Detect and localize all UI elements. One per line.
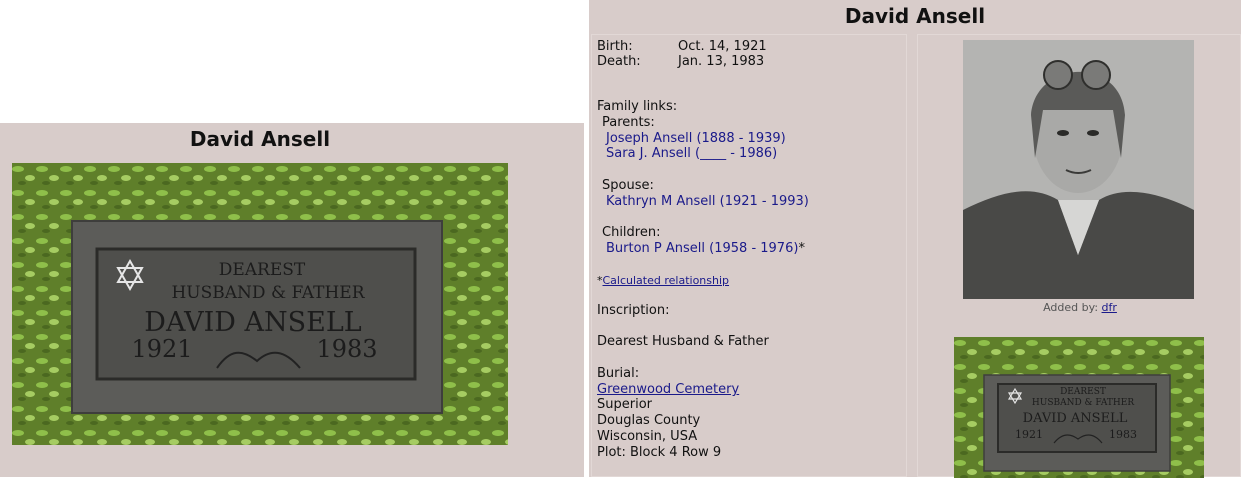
headstone-thumbnail[interactable]: DEAREST HUSBAND & FATHER DAVID ANSELL 19… [954, 337, 1204, 478]
left-panel: David Ansell DEAREST HUSBAND & FATHER DA… [0, 123, 584, 477]
burial-city: Superior [597, 397, 652, 412]
headstone-line1: DEAREST [219, 260, 306, 280]
child-marker: * [798, 241, 805, 256]
death-value: Jan. 13, 1983 [678, 54, 765, 69]
headstone-year-born: 1921 [131, 335, 192, 363]
headstone-line2: HUSBAND & FATHER [171, 283, 365, 303]
headstone-year-died: 1983 [316, 335, 377, 363]
death-label: Death: [597, 54, 641, 69]
memorial-info-box: Birth: Oct. 14, 1921 Death: Jan. 13, 198… [591, 34, 907, 477]
calculated-relationship-link[interactable]: Calculated relationship [603, 274, 730, 287]
thumb-name: DAVID ANSELL [1023, 411, 1128, 426]
burial-state: Wisconsin, USA [597, 429, 698, 444]
parents-label: Parents: [602, 115, 655, 130]
thumb-line1: DEAREST [1060, 387, 1106, 397]
burial-plot: Plot: Block 4 Row 9 [597, 445, 722, 460]
spouse-link[interactable]: Kathryn M Ansell (1921 - 1993) [606, 194, 809, 210]
parent-link-2[interactable]: Sara J. Ansell (____ - 1986) [606, 146, 777, 162]
birth-label: Birth: [597, 39, 633, 54]
birth-value: Oct. 14, 1921 [678, 39, 767, 54]
media-box: Added by: dfr DEAREST HUSBAND & FATHER D… [917, 34, 1241, 478]
burial-label: Burial: [597, 366, 640, 381]
calc-note: *Calculated relationship [597, 273, 729, 289]
added-by: Added by: dfr [918, 301, 1241, 314]
right-panel: David Ansell Birth: Oct. 14, 1921 Death:… [589, 0, 1241, 478]
added-by-label: Added by: [1043, 301, 1099, 314]
family-links-label: Family links: [597, 99, 678, 114]
thumb-line2: HUSBAND & FATHER [1032, 398, 1134, 408]
added-by-user-link[interactable]: dfr [1102, 301, 1117, 314]
cemetery-link[interactable]: Greenwood Cemetery [597, 382, 739, 398]
burial-county: Douglas County [597, 413, 701, 428]
thumb-year-born: 1921 [1015, 428, 1043, 441]
portrait-photo[interactable] [963, 40, 1194, 299]
headstone-photo[interactable]: DEAREST HUSBAND & FATHER DAVID ANSELL 19… [12, 163, 508, 445]
inscription-label: Inscription: [597, 303, 670, 318]
left-page-title: David Ansell [189, 127, 331, 151]
child-link[interactable]: Burton P Ansell (1958 - 1976) [606, 241, 798, 256]
headstone-name: DAVID ANSELL [144, 307, 361, 338]
children-label: Children: [602, 225, 661, 240]
parent-link-1[interactable]: Joseph Ansell (1888 - 1939) [606, 131, 786, 147]
memorial-title: David Ansell [844, 4, 986, 28]
thumb-year-died: 1983 [1109, 428, 1137, 441]
child-row: Burton P Ansell (1958 - 1976)* [606, 241, 805, 257]
spouse-label: Spouse: [602, 178, 654, 193]
inscription-text: Dearest Husband & Father [597, 334, 769, 349]
